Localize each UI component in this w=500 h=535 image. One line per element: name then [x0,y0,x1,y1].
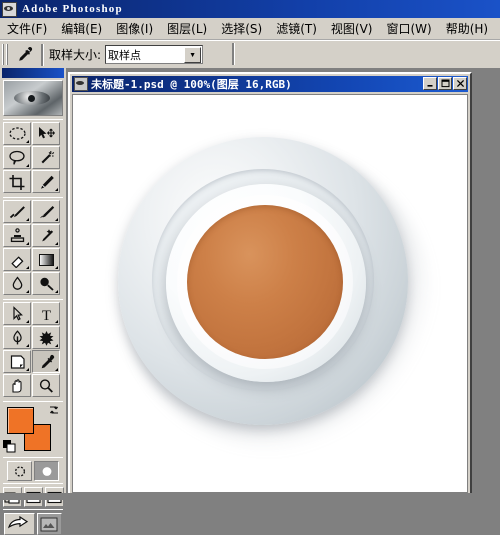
document-canvas[interactable] [72,94,468,493]
tool-group-paint [3,197,63,296]
menu-file[interactable]: 文件(F) [0,18,54,39]
document-title: 未标题-1.psd @ 100%(图层 16,RGB) [91,78,292,91]
eraser-tool[interactable] [3,248,31,271]
cup-rim [177,195,353,369]
eyedropper-tool[interactable] [32,350,60,373]
document-title-bar[interactable]: 未标题-1.psd @ 100%(图层 16,RGB) [72,76,468,92]
toolbox-title-bar[interactable] [2,68,64,78]
tool-group-selection [3,119,63,194]
quick-mask-mode-button[interactable] [34,461,59,481]
clone-stamp-tool[interactable] [3,224,31,247]
cup-body [166,184,366,382]
path-selection-tool[interactable] [3,302,31,325]
menu-edit[interactable]: 编辑(E) [54,18,109,39]
swap-colors-icon[interactable] [48,404,60,416]
move-tool[interactable] [32,122,60,145]
options-separator-2 [232,43,235,65]
app-title-bar: Adobe Photoshop [0,0,500,18]
menu-help[interactable]: 帮助(H) [439,18,495,39]
lasso-tool[interactable] [3,146,31,169]
sample-size-label: 取样大小: [49,48,102,62]
menu-view[interactable]: 视图(V) [324,18,380,39]
minimize-button[interactable] [423,77,437,90]
photoshop-eye-icon [2,1,17,17]
mask-mode-group [3,457,63,481]
options-bar-grip[interactable] [2,44,9,65]
history-brush-tool[interactable] [32,224,60,247]
menu-filter[interactable]: 滤镜(T) [269,18,324,39]
window-controls [422,77,467,90]
marquee-tool[interactable] [3,122,31,145]
paintbrush-tool[interactable] [32,200,60,223]
svg-text:T: T [41,308,50,322]
pen-tool[interactable] [3,326,31,349]
sample-size-value: 取样点 [108,48,142,62]
shape-tool[interactable] [32,326,60,349]
healing-brush-tool[interactable] [3,200,31,223]
menu-select[interactable]: 选择(S) [214,18,269,39]
image-teacup-top-view[interactable] [73,95,467,492]
notes-tool[interactable] [3,350,31,373]
close-button[interactable] [453,77,467,90]
standard-mode-button[interactable] [7,461,32,481]
jump-to-group [3,509,63,535]
app-title: Adobe Photoshop [22,3,123,15]
dodge-tool[interactable] [32,272,60,295]
default-colors-icon[interactable] [3,440,16,453]
color-picker-group [3,401,63,455]
document-icon [74,77,88,91]
app-background-right [472,68,500,500]
document-window: 未标题-1.psd @ 100%(图层 16,RGB) [68,72,472,497]
type-tool[interactable]: T [32,302,60,325]
toolbox-palette: T [0,68,67,535]
options-separator [41,43,44,66]
tea-liquid [187,205,343,359]
tool-group-vector: T [3,299,63,398]
crop-tool[interactable] [3,170,31,193]
magic-wand-tool[interactable] [32,146,60,169]
app-background-bottom [0,493,500,500]
menu-layer[interactable]: 图层(L) [160,18,214,39]
jump-to-imageready-button[interactable] [4,513,35,535]
photoshop-window: Adobe Photoshop 文件(F) 编辑(E) 图像(I) 图层(L) … [0,0,500,535]
photoshop-eye-logo[interactable] [3,80,63,116]
foreground-color-swatch[interactable] [7,407,34,434]
zoom-tool[interactable] [32,374,60,397]
menu-window[interactable]: 窗口(W) [379,18,438,39]
menu-bar: 文件(F) 编辑(E) 图像(I) 图层(L) 选择(S) 滤镜(T) 视图(V… [0,18,500,40]
sample-size-select[interactable]: 取样点 ▼ [105,45,204,64]
hand-tool[interactable] [3,374,31,397]
eyedropper-icon [12,43,37,66]
maximize-button[interactable] [438,77,452,90]
gradient-tool[interactable] [32,248,60,271]
menu-image[interactable]: 图像(I) [109,18,160,39]
slice-tool[interactable] [32,170,60,193]
options-bar: 取样大小: 取样点 ▼ [0,40,500,69]
imageready-preview-button[interactable] [36,513,62,535]
blur-tool[interactable] [3,272,31,295]
chevron-down-icon[interactable]: ▼ [184,47,202,63]
